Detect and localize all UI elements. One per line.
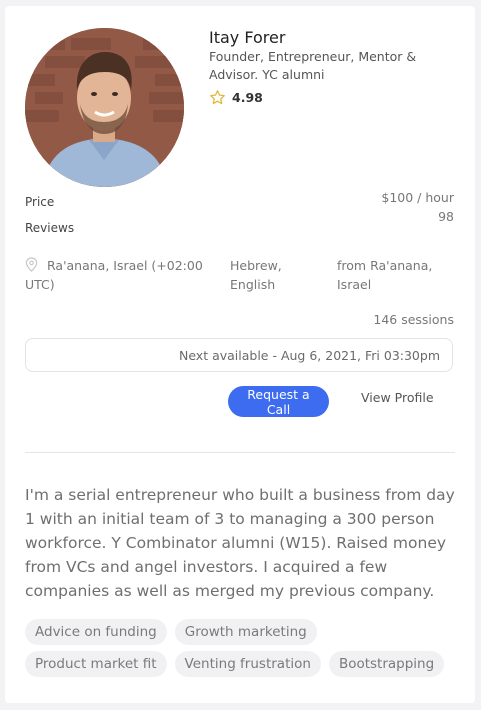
price-value: $100 / hour bbox=[381, 190, 454, 205]
next-available-box[interactable]: Next available - Aug 6, 2021, Fri 03:30p… bbox=[25, 338, 453, 372]
request-call-button[interactable]: Request a Call bbox=[228, 386, 329, 417]
mentor-headline: Founder, Entrepreneur, Mentor & Advisor.… bbox=[209, 49, 417, 82]
sessions-count: 146 sessions bbox=[373, 312, 454, 327]
price-label: Price bbox=[25, 195, 55, 209]
rating-value: 4.98 bbox=[232, 90, 263, 105]
hometown-text: from Ra'anana, Israel bbox=[337, 258, 433, 292]
divider bbox=[25, 452, 455, 453]
reviews-value: 98 bbox=[438, 209, 454, 224]
tag[interactable]: Bootstrapping bbox=[328, 651, 445, 677]
reviews-label: Reviews bbox=[25, 221, 75, 235]
tag[interactable]: Advice on funding bbox=[25, 619, 167, 645]
avatar-photo bbox=[25, 28, 184, 187]
view-profile-link[interactable]: View Profile bbox=[361, 390, 434, 405]
rating: 4.98 bbox=[209, 89, 263, 106]
languages-text: Hebrew, English bbox=[230, 258, 282, 292]
location-text: Ra'anana, Israel (+02:00 UTC) bbox=[25, 258, 203, 292]
mentor-name: Itay Forer bbox=[209, 28, 286, 47]
tag-list: Advice on funding Growth marketing Produ… bbox=[25, 619, 465, 677]
star-icon bbox=[210, 90, 225, 105]
tag[interactable]: Product market fit bbox=[25, 651, 167, 677]
next-available-text: Next available - Aug 6, 2021, Fri 03:30p… bbox=[178, 348, 440, 363]
mentor-bio: I'm a serial entrepreneur who built a bu… bbox=[25, 486, 455, 600]
avatar[interactable] bbox=[25, 28, 184, 187]
tag[interactable]: Venting frustration bbox=[174, 651, 321, 677]
tag[interactable]: Growth marketing bbox=[174, 619, 317, 645]
mentor-card: Itay Forer Founder, Entrepreneur, Mentor… bbox=[5, 6, 475, 703]
